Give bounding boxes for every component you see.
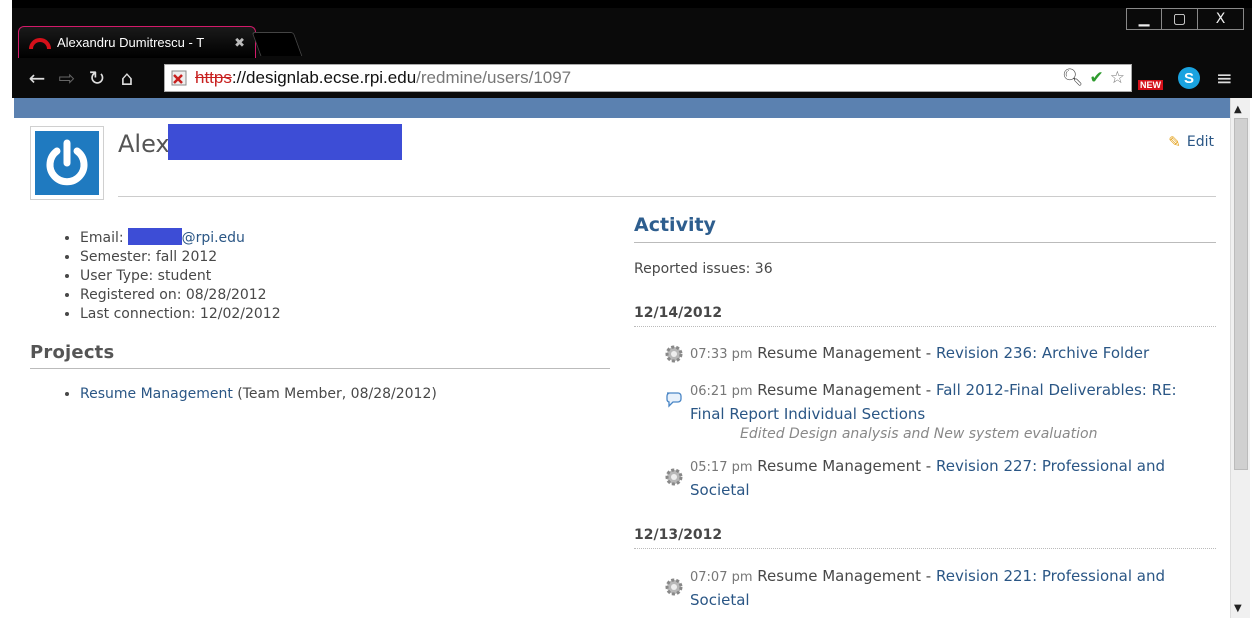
detail-registered: Registered on: 08/28/2012 — [80, 286, 281, 305]
address-bar[interactable]: https://designlab.ecse.rpi.edu/redmine/u… — [164, 64, 1132, 92]
power-icon — [35, 131, 99, 195]
browser-chrome: Alexandru Dumitrescu - T ✖ ▁ ▢ X ← ⇨ ↻ ⌂… — [0, 0, 1252, 618]
window-controls: ▁ ▢ X — [1126, 8, 1244, 30]
home-icon[interactable]: ⌂ — [112, 66, 142, 90]
event-project: Resume Management - — [757, 567, 932, 585]
zoom-icon[interactable]: 🔍︎ — [1062, 68, 1084, 88]
bookmark-star-icon[interactable]: ☆ — [1110, 68, 1125, 88]
check-icon[interactable]: ✔ — [1090, 68, 1104, 88]
activity-event: 06:21 pm Resume Management - Fall 2012-F… — [664, 379, 1204, 443]
forward-arrow-icon[interactable]: ⇨ — [52, 66, 82, 90]
detail-email: Email:@rpi.edu — [80, 228, 281, 248]
page-content: Alex ✎ Edit Email:@rpi.edu Semester: fal… — [14, 118, 1230, 618]
gear-icon — [664, 344, 684, 364]
tab-close-icon[interactable]: ✖ — [234, 35, 245, 51]
avatar — [30, 126, 104, 200]
reported-issues: Reported issues: 36 — [634, 261, 773, 277]
browser-tab[interactable]: Alexandru Dumitrescu - T ✖ — [18, 26, 256, 58]
activity-event: 07:33 pm Resume Management - Revision 23… — [664, 342, 1204, 366]
detail-user-type: User Type: student — [80, 267, 281, 286]
new-badge: NEW — [1138, 80, 1163, 90]
event-project: Resume Management - — [757, 344, 932, 362]
email-link[interactable]: @rpi.edu — [182, 230, 245, 246]
new-tab-button[interactable] — [251, 32, 303, 56]
activity-event: 07:07 pm Resume Management - Revision 22… — [664, 565, 1204, 611]
day-divider — [634, 548, 1216, 549]
page-title: Alex — [118, 130, 170, 158]
detail-semester: Semester: fall 2012 — [80, 248, 281, 267]
project-role: (Team Member, 08/28/2012) — [232, 386, 437, 402]
event-time: 05:17 pm — [690, 460, 753, 475]
user-details-list: Email:@rpi.edu Semester: fall 2012 User … — [64, 228, 281, 324]
tab-title: Alexandru Dumitrescu - T — [57, 35, 205, 50]
event-project: Resume Management - — [757, 457, 932, 475]
reload-icon[interactable]: ↻ — [82, 66, 112, 90]
redacted-email-block — [127, 228, 182, 245]
browser-menu-icon[interactable]: ≡ — [1216, 64, 1240, 92]
day-divider — [634, 326, 1216, 327]
window-edge — [0, 0, 12, 618]
event-description: Edited Design analysis and New system ev… — [740, 426, 1098, 442]
skype-icon: S — [1178, 67, 1200, 89]
header-divider — [118, 196, 1216, 197]
extension-new-icon[interactable]: NEW — [1138, 64, 1170, 92]
scroll-up-icon[interactable]: ▲ — [1234, 104, 1242, 115]
maximize-button[interactable]: ▢ — [1162, 8, 1198, 30]
broken-https-lock-icon[interactable] — [169, 69, 191, 87]
event-project: Resume Management - — [757, 381, 932, 399]
url-path: /redmine/users/1097 — [416, 68, 572, 87]
scroll-down-icon[interactable]: ▼ — [1234, 603, 1242, 614]
gear-icon — [664, 577, 684, 597]
url-scheme: https — [195, 68, 232, 87]
url-host: ://designlab.ecse.rpi.edu — [231, 68, 417, 87]
redmine-favicon-icon — [29, 36, 51, 50]
redacted-name-block — [168, 124, 402, 160]
back-arrow-icon[interactable]: ← — [22, 66, 52, 90]
event-link[interactable]: Revision 236: Archive Folder — [936, 344, 1149, 362]
event-time: 06:21 pm — [690, 384, 753, 399]
activity-day-date: 12/14/2012 — [634, 305, 723, 321]
activity-heading: Activity — [634, 214, 716, 236]
activity-divider — [634, 242, 1216, 243]
edit-button[interactable]: ✎ Edit — [1168, 133, 1214, 151]
event-time: 07:07 pm — [690, 570, 753, 585]
list-item: Resume Management (Team Member, 08/28/20… — [80, 386, 437, 402]
minimize-button[interactable]: ▁ — [1126, 8, 1162, 30]
activity-day-date: 12/13/2012 — [634, 527, 723, 543]
redmine-top-bar — [14, 98, 1230, 118]
scroll-thumb[interactable] — [1234, 118, 1248, 470]
activity-event: 05:17 pm Resume Management - Revision 22… — [664, 455, 1204, 501]
comment-icon — [664, 389, 684, 409]
gear-icon — [664, 467, 684, 487]
pencil-icon: ✎ — [1168, 133, 1181, 151]
omnibox-icons: 🔍︎ ✔ ☆ — [1062, 68, 1125, 88]
vertical-scrollbar[interactable]: ▲ ▼ — [1230, 98, 1250, 618]
event-time: 07:33 pm — [690, 347, 753, 362]
detail-last-connection: Last connection: 12/02/2012 — [80, 305, 281, 324]
project-link[interactable]: Resume Management — [80, 386, 233, 402]
projects-heading: Projects — [30, 342, 115, 363]
edit-label: Edit — [1186, 134, 1214, 150]
projects-divider — [30, 368, 610, 369]
nav-buttons: ← ⇨ ↻ ⌂ — [22, 64, 142, 92]
close-window-button[interactable]: X — [1198, 8, 1244, 30]
projects-list: Resume Management (Team Member, 08/28/20… — [64, 386, 437, 402]
skype-extension[interactable]: S — [1178, 64, 1204, 92]
